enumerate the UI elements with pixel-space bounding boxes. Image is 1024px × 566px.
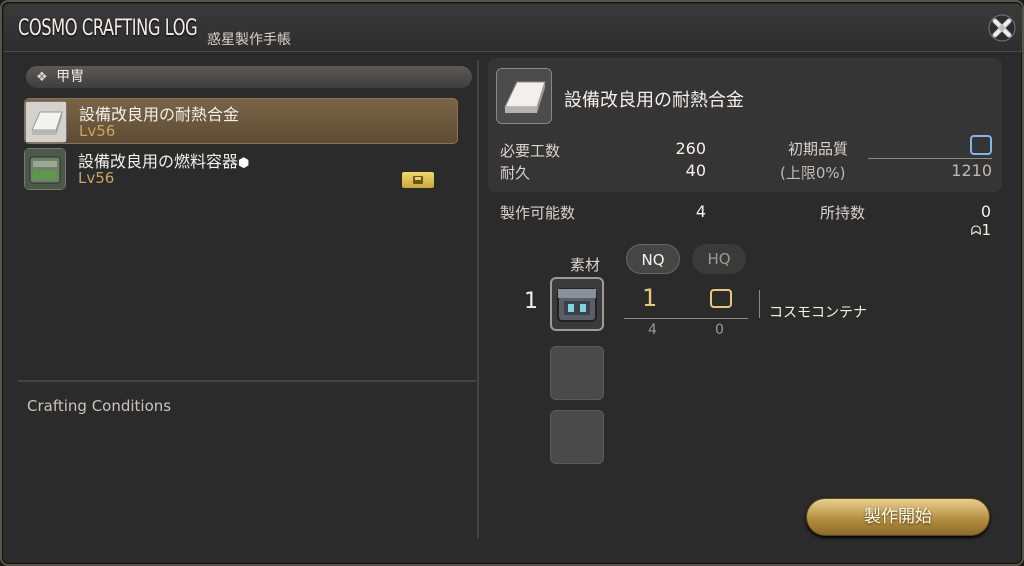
ingot-icon bbox=[25, 101, 67, 143]
cosmo-container-icon bbox=[557, 288, 597, 322]
material-count: 1 bbox=[524, 289, 538, 314]
title-bar[interactable]: COSMO CRAFTING LOG 惑星製作手帳 bbox=[4, 4, 1022, 52]
close-icon[interactable] bbox=[986, 12, 1018, 44]
craftable-count-value: 4 bbox=[695, 202, 706, 221]
nq-tab[interactable]: NQ bbox=[626, 244, 680, 274]
material-hq-have: 0 bbox=[715, 322, 724, 338]
durability-value: 40 bbox=[685, 161, 706, 180]
hq-tab[interactable]: HQ bbox=[692, 244, 746, 274]
cosmo-tag-icon bbox=[402, 172, 434, 188]
material-separator bbox=[759, 290, 760, 318]
recipe-item-heat-resistant-alloy[interactable]: 設備改良用の耐熱合金 Lv56 bbox=[24, 98, 458, 144]
material-nq-have: 4 bbox=[648, 322, 657, 338]
ingot-icon[interactable] bbox=[496, 68, 552, 124]
durability-label: 耐久 bbox=[500, 164, 531, 182]
category-diamond-icon: ❖ bbox=[36, 70, 48, 85]
category-label: 甲冑 bbox=[56, 69, 85, 85]
material-nq-use: 1 bbox=[642, 284, 658, 312]
material-slot-cosmo-container[interactable] bbox=[550, 277, 604, 331]
crafting-conditions-label: Crafting Conditions bbox=[27, 397, 172, 415]
material-slot-empty bbox=[550, 346, 604, 400]
item-name: 設備改良用の耐熱合金 bbox=[564, 90, 744, 111]
material-hq-input[interactable] bbox=[710, 289, 732, 308]
quality-max-value: 1210 bbox=[951, 161, 992, 180]
craftable-count-label: 製作可能数 bbox=[500, 204, 576, 222]
owned-hq-count: ᗣ1 bbox=[970, 221, 991, 239]
initial-quality-input[interactable] bbox=[970, 135, 992, 155]
collectable-cube-icon: ⬢ bbox=[238, 156, 250, 171]
recipe-level: Lv56 bbox=[79, 122, 116, 140]
material-name: コスモコンテナ bbox=[769, 305, 867, 321]
hq-icon: ᗣ bbox=[970, 224, 982, 239]
recipe-list-panel: ❖ 甲冑 設備改良用の耐熱合金 Lv56 設備改良用の燃料容器⬢ Lv56 bbox=[18, 60, 478, 538]
material-underline bbox=[624, 318, 748, 319]
start-crafting-button[interactable]: 製作開始 bbox=[806, 498, 990, 536]
initial-quality-label: 初期品質 bbox=[788, 140, 849, 158]
recipe-level: Lv56 bbox=[78, 169, 115, 187]
category-header[interactable]: ❖ 甲冑 bbox=[26, 66, 472, 88]
left-divider bbox=[18, 380, 476, 382]
window-title: COSMO CRAFTING LOG bbox=[18, 16, 198, 41]
owned-count-label: 所持数 bbox=[820, 204, 866, 222]
materials-label: 素材 bbox=[570, 256, 601, 274]
item-info-box bbox=[488, 58, 1002, 192]
panel-divider bbox=[477, 60, 479, 538]
required-progress-value: 260 bbox=[675, 139, 706, 158]
cosmo-crafting-log-window: COSMO CRAFTING LOG 惑星製作手帳 ❖ 甲冑 設備改良用の耐熱合… bbox=[0, 0, 1024, 566]
material-slot-empty bbox=[550, 410, 604, 464]
recipe-item-fuel-container[interactable]: 設備改良用の燃料容器⬢ Lv56 bbox=[24, 146, 458, 192]
quality-cap-label: (上限0%) bbox=[780, 164, 846, 182]
required-progress-label: 必要工数 bbox=[500, 142, 561, 160]
owned-count-value: 0 bbox=[980, 202, 991, 221]
window-subtitle: 惑星製作手帳 bbox=[207, 32, 291, 48]
quality-underline bbox=[868, 158, 992, 159]
fuel-container-icon bbox=[24, 148, 66, 190]
